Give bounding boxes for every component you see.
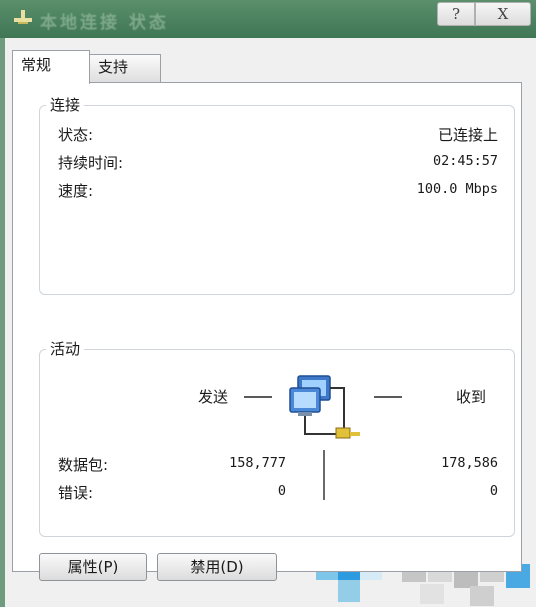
packets-label: 数据包: — [58, 456, 109, 474]
speed-value: 100.0 Mbps — [416, 181, 498, 197]
help-button[interactable]: ? — [437, 2, 475, 26]
tab-general[interactable]: 常规 — [12, 50, 90, 84]
window-title: 本地连接 状态 — [40, 13, 169, 33]
status-label: 状态: — [58, 126, 94, 144]
duration-label: 持续时间: — [58, 154, 124, 172]
duration-value: 02:45:57 — [432, 153, 498, 169]
packets-received-value: 178,586 — [441, 455, 498, 471]
packets-sent-value: 158,777 — [229, 455, 286, 471]
close-button[interactable]: X — [475, 2, 531, 26]
speed-label: 速度: — [58, 182, 94, 200]
properties-button[interactable]: 属性(P) — [39, 553, 147, 581]
network-computers-icon — [289, 375, 360, 439]
sent-label: 发送 — [198, 388, 229, 406]
dialog-client-area: 常规 支持 连接 状态: 已连接上 持续时间: 02:45:57 速度: 100… — [0, 38, 536, 607]
network-connection-icon — [14, 10, 32, 24]
errors-received-value: 0 — [489, 483, 498, 499]
activity-group-title: 活动 — [46, 338, 85, 359]
activity-group: 活动 发送 收到 数据包: 158,777 178,586 错误: 0 0 — [39, 338, 515, 537]
errors-sent-value: 0 — [277, 483, 286, 499]
disable-button[interactable]: 禁用(D) — [157, 553, 277, 581]
connection-group: 连接 状态: 已连接上 持续时间: 02:45:57 速度: 100.0 Mbp… — [39, 94, 515, 295]
tab-support[interactable]: 支持 — [89, 54, 161, 82]
connection-group-title: 连接 — [46, 94, 85, 115]
errors-label: 错误: — [58, 484, 94, 502]
received-line — [374, 396, 402, 398]
sent-line — [244, 396, 272, 398]
tab-panel-general: 连接 状态: 已连接上 持续时间: 02:45:57 速度: 100.0 Mbp… — [12, 82, 522, 581]
received-label: 收到 — [456, 388, 487, 406]
activity-divider — [323, 450, 325, 500]
window-border — [0, 38, 5, 607]
title-bar: 本地连接 状态 ? X — [0, 0, 536, 38]
status-value: 已连接上 — [437, 126, 498, 144]
